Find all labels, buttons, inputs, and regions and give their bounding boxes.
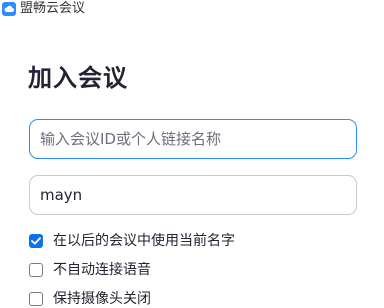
camera-off-option[interactable]: 保持摄像头关闭 [29, 290, 151, 308]
meeting-id-input[interactable] [29, 119, 357, 159]
no-auto-audio-label: 不自动连接语音 [53, 262, 151, 278]
display-name-input[interactable] [29, 175, 357, 215]
remember-name-label: 在以后的会议中使用当前名字 [53, 233, 235, 249]
remember-name-checkbox[interactable] [29, 234, 43, 248]
no-auto-audio-option[interactable]: 不自动连接语音 [29, 261, 151, 279]
window-title: 盟畅云会议 [20, 1, 86, 16]
checkmark-icon [31, 237, 41, 245]
cloud-icon [2, 2, 16, 16]
no-auto-audio-checkbox[interactable] [29, 263, 43, 277]
camera-off-label: 保持摄像头关闭 [53, 291, 151, 307]
remember-name-option[interactable]: 在以后的会议中使用当前名字 [29, 232, 235, 250]
page-title: 加入会议 [28, 64, 128, 92]
title-bar: 盟畅云会议 [0, 0, 384, 20]
